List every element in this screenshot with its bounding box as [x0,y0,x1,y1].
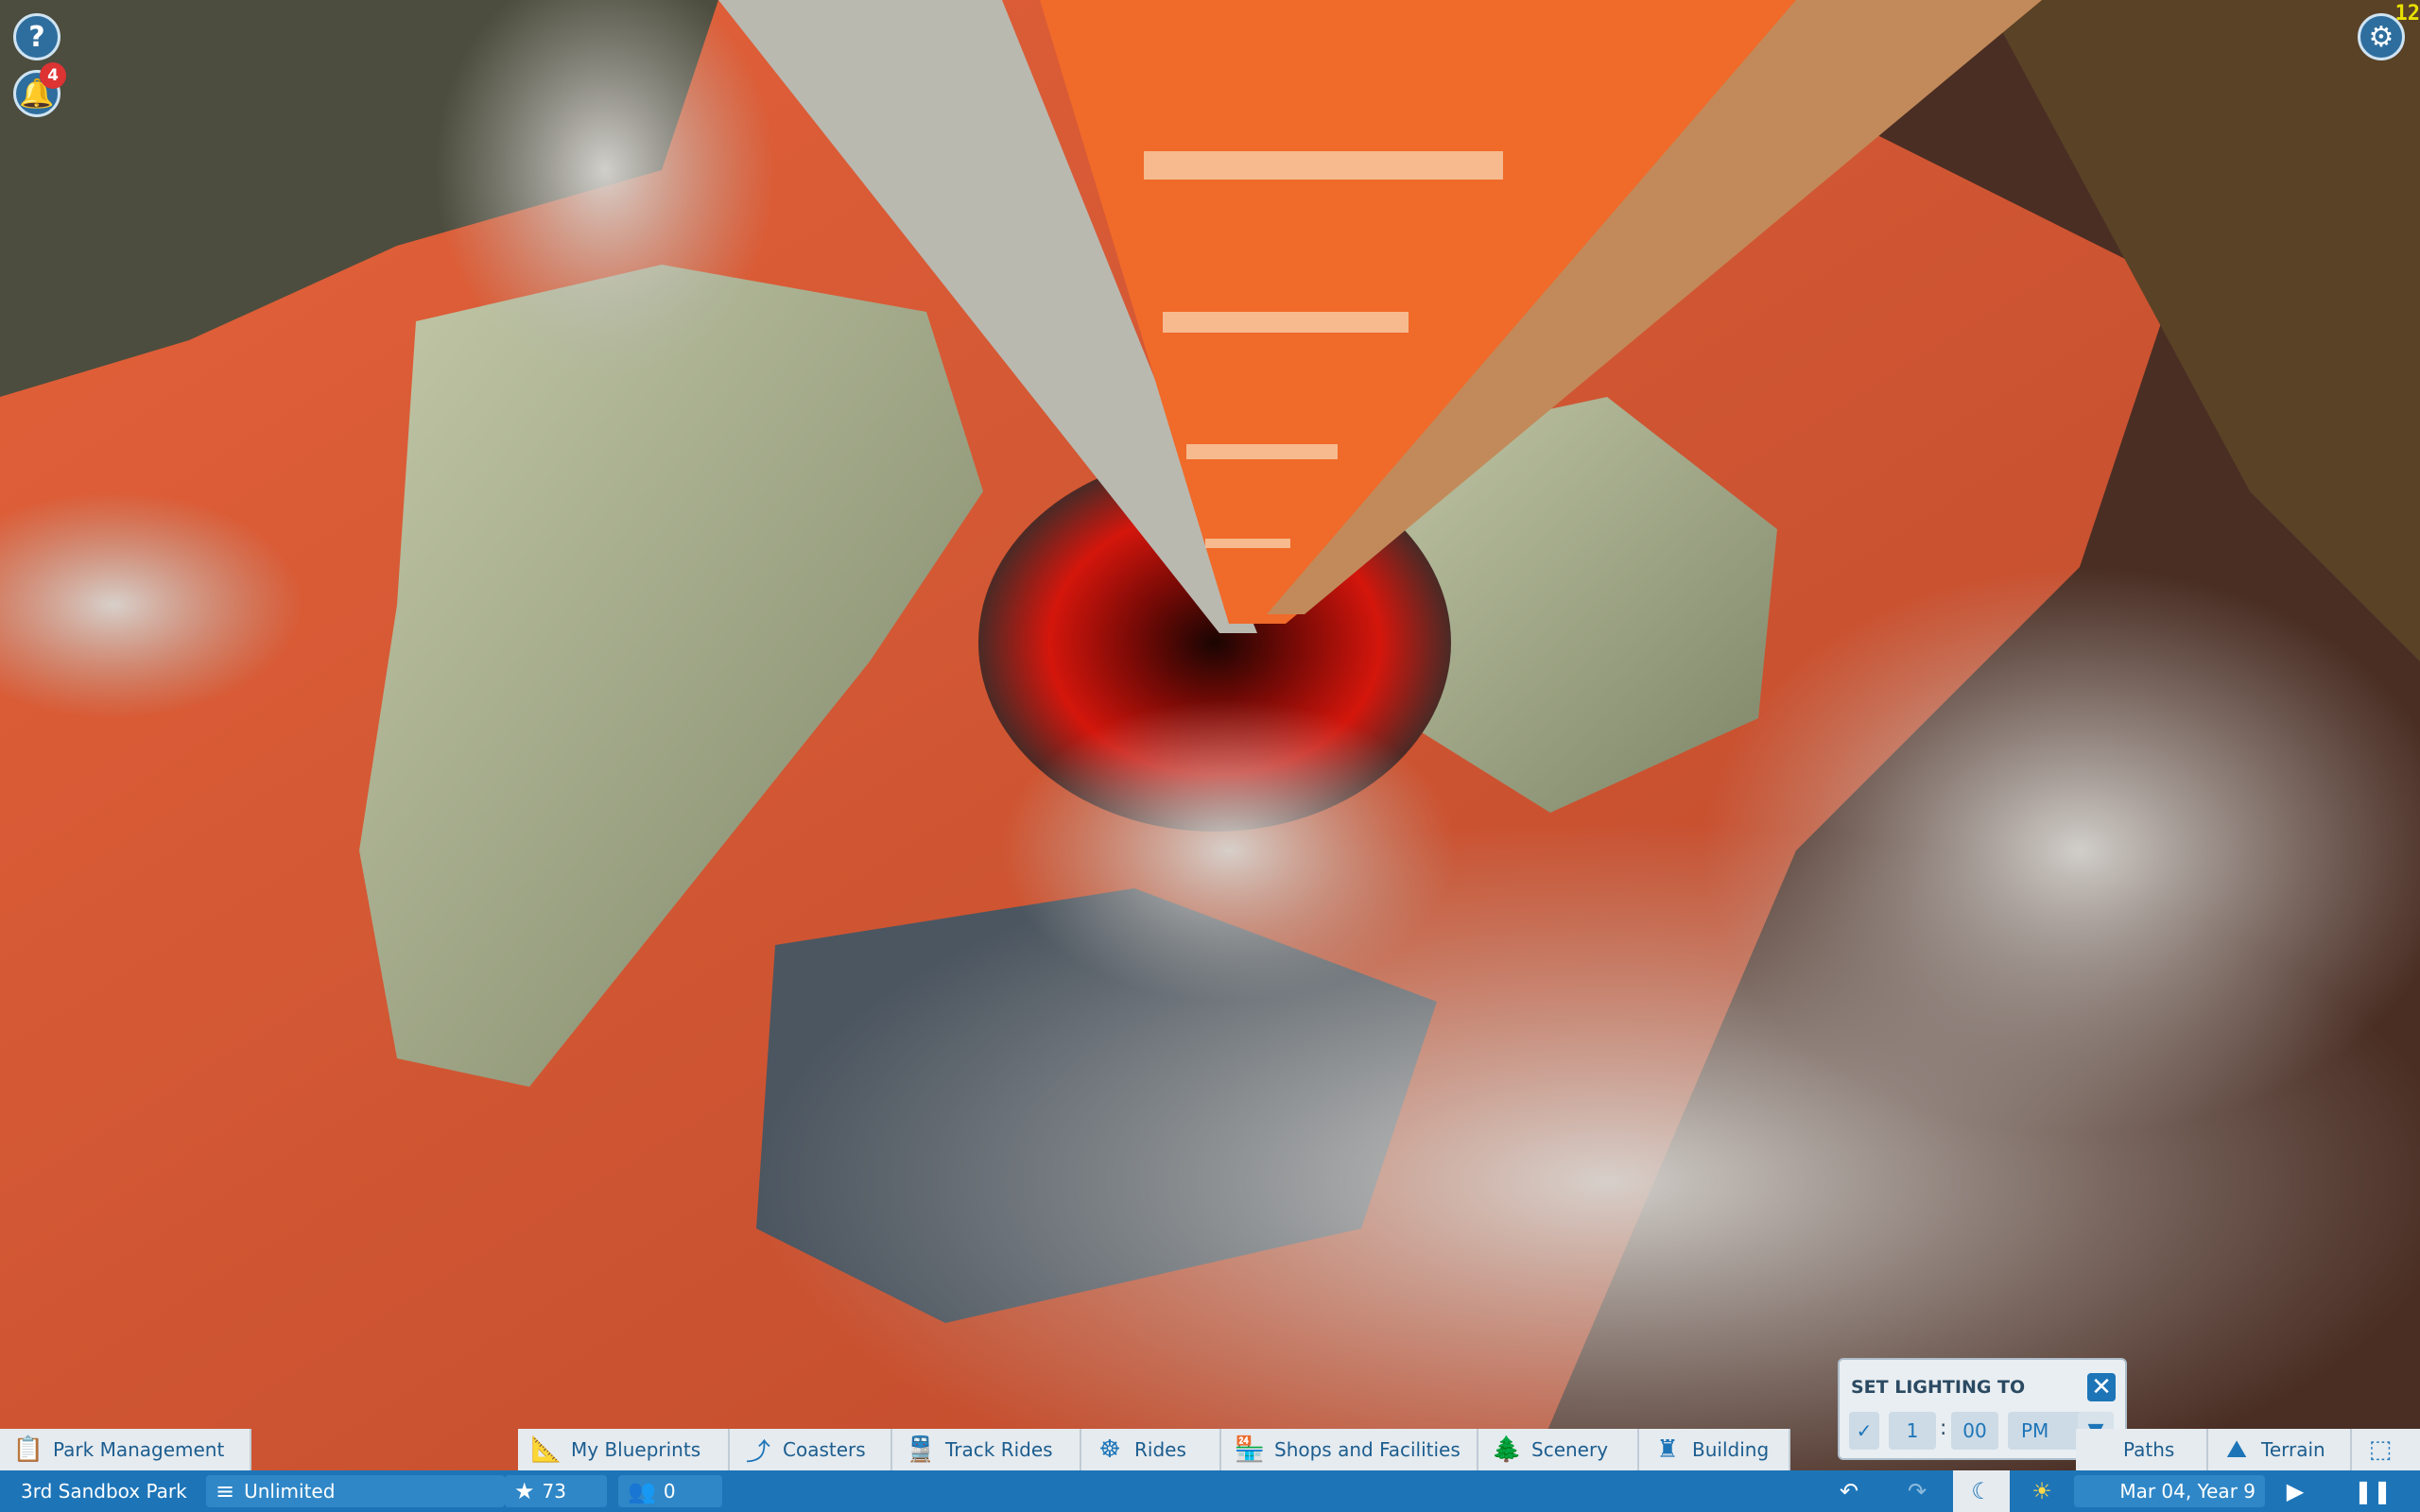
coasters-label: Coasters [783,1438,866,1461]
terrain-label: Terrain [2261,1438,2325,1461]
train-icon: 🚆 [905,1435,937,1464]
my-blueprints-label: My Blueprints [571,1438,701,1461]
coasters-button[interactable]: ⤴ Coasters [730,1429,892,1470]
money-display[interactable]: ≡ Unlimited [206,1475,505,1507]
rides-button[interactable]: ☸ Rides [1081,1429,1221,1470]
track-rides-button[interactable]: 🚆 Track Rides [892,1429,1081,1470]
scenery-label: Scenery [1531,1438,1609,1461]
close-button[interactable]: ✕ [2087,1373,2116,1401]
paths-button[interactable]: Paths [2076,1429,2208,1470]
building-label: Building [1692,1438,1770,1461]
lighting-title: SET LIGHTING TO [1851,1377,2026,1398]
game-viewport[interactable] [0,0,2420,1512]
terrain-button[interactable]: ⛰ Terrain [2208,1429,2352,1470]
undo-button[interactable]: ↶ [1830,1470,1868,1512]
guest-count-value: 0 [663,1480,676,1503]
park-management-label: Park Management [53,1438,225,1461]
pause-icon: ❚❚ [2353,1478,2393,1504]
park-rating-display[interactable]: ★ 73 [505,1475,607,1507]
shops-and-facilities-label: Shops and Facilities [1274,1438,1461,1461]
shops-and-facilities-button[interactable]: 🏪 Shops and Facilities [1221,1429,1478,1470]
my-blueprints-button[interactable]: 📐 My Blueprints [518,1429,730,1470]
redo-icon: ↷ [1907,1478,1927,1504]
clipboard-icon: 📋 [12,1435,44,1464]
paths-label: Paths [2123,1438,2175,1461]
play-speed-button[interactable]: ▶ [2276,1470,2314,1512]
help-icon: ? [28,20,45,54]
close-icon: ✕ [2091,1373,2112,1401]
tree-icon: 🌲 [1491,1435,1523,1464]
corner-readout: 12 [2394,2,2420,26]
guest-count-display[interactable]: 👥 0 [618,1475,722,1507]
bottom-toolbar: 📋 Park Management 📐 My Blueprints ⤴ Coas… [0,1429,2420,1470]
blueprint-icon: 📐 [530,1435,562,1464]
moon-icon: ☾ [1971,1478,1992,1504]
day-night-toggle[interactable]: ☾ [1953,1470,2010,1512]
money-icon: ≡ [216,1478,235,1504]
weather-button[interactable]: ☀ [2023,1470,2061,1512]
rating-value: 73 [542,1480,566,1503]
shop-icon: 🏪 [1234,1435,1266,1464]
ferris-wheel-icon: ☸ [1098,1435,1121,1464]
park-management-button[interactable]: 📋 Park Management [0,1429,251,1470]
date-display: Mar 04, Year 9 [2074,1475,2265,1507]
undo-icon: ↶ [1839,1478,1859,1504]
park-name[interactable]: 3rd Sandbox Park [21,1470,187,1512]
guests-icon: 👥 [628,1478,656,1504]
star-icon: ★ [514,1478,535,1504]
track-rides-label: Track Rides [945,1438,1053,1461]
selection-tool-button[interactable]: ⬚ [2352,1429,2420,1470]
sun-icon: ☀ [2031,1478,2052,1504]
play-icon: ▶ [2286,1478,2305,1504]
help-button[interactable]: ? [13,13,60,60]
building-button[interactable]: ♜ Building [1639,1429,1790,1470]
pause-button[interactable]: ❚❚ [2354,1470,2392,1512]
notification-count-badge: 4 [40,62,66,89]
status-bar: 3rd Sandbox Park ≡ Unlimited ★ 73 👥 0 ↶ … [0,1470,2420,1512]
castle-icon: ♜ [1656,1435,1679,1464]
money-value: Unlimited [244,1480,336,1503]
mountain-icon: ⛰ [2226,1435,2247,1464]
rides-label: Rides [1134,1438,1186,1461]
selection-icon: ⬚ [2368,1435,2393,1464]
redo-button[interactable]: ↷ [1898,1470,1936,1512]
scenery-button[interactable]: 🌲 Scenery [1478,1429,1639,1470]
date-value: Mar 04, Year 9 [2119,1480,2256,1503]
coaster-icon: ⤴ [745,1437,770,1467]
